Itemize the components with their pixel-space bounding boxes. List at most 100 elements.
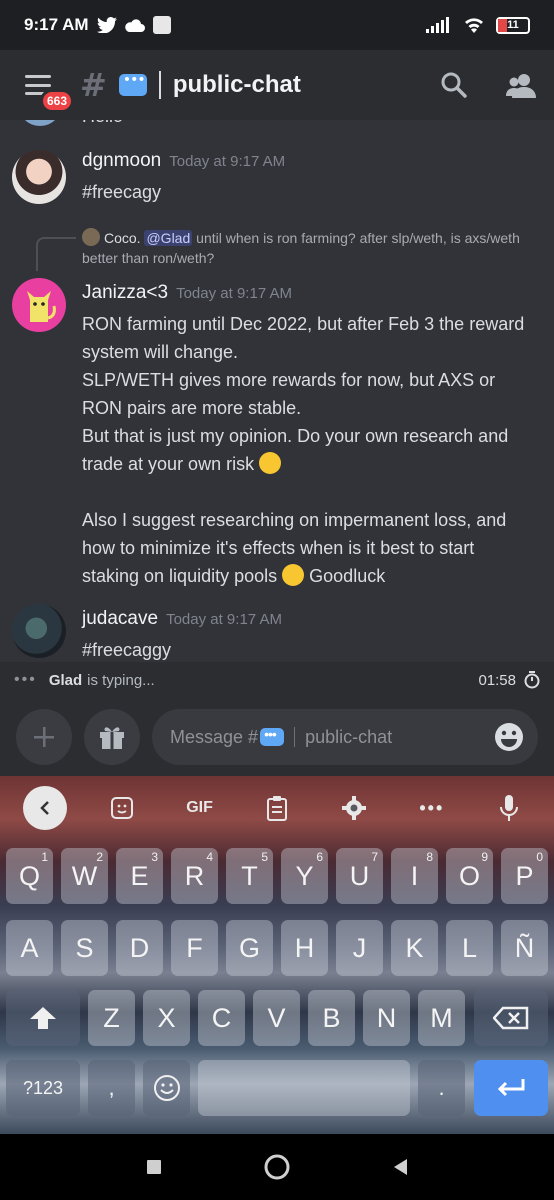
key-i[interactable]: I8: [391, 848, 438, 904]
avatar[interactable]: [12, 278, 66, 332]
key-e[interactable]: E3: [116, 848, 163, 904]
key-hint: 6: [316, 850, 323, 864]
key-r[interactable]: R4: [171, 848, 218, 904]
key-y[interactable]: Y6: [281, 848, 328, 904]
reply-preview[interactable]: Coco. @Glad until when is ron farming? a…: [82, 228, 532, 268]
plus-icon: [34, 727, 54, 747]
search-icon[interactable]: [440, 71, 468, 99]
back-button[interactable]: [22, 786, 67, 830]
mic-button[interactable]: [487, 786, 531, 830]
reply-mention: @Glad: [144, 230, 193, 246]
shift-key[interactable]: [6, 990, 80, 1046]
key-g[interactable]: G: [226, 920, 273, 976]
placeholder-channel: public-chat: [305, 726, 393, 747]
timestamp: Today at 9:17 AM: [169, 153, 286, 170]
message-line-text: Goodluck: [309, 566, 386, 586]
key-o[interactable]: O9: [446, 848, 493, 904]
battery-level: 11: [507, 19, 519, 31]
key-hint: 1: [41, 850, 48, 864]
backspace-key[interactable]: [474, 990, 548, 1046]
battery-icon: 11: [496, 16, 530, 34]
emoji-icon: [153, 1075, 180, 1101]
enter-key[interactable]: [474, 1060, 548, 1116]
unread-badge: 663: [40, 89, 75, 113]
key-n-tilde[interactable]: Ñ: [501, 920, 548, 976]
key-t[interactable]: T5: [226, 848, 273, 904]
key-m[interactable]: M: [418, 990, 465, 1046]
reply-avatar: [82, 228, 100, 246]
key-x[interactable]: X: [143, 990, 190, 1046]
space-key[interactable]: [198, 1060, 410, 1116]
avatar[interactable]: [12, 604, 66, 658]
key-label: E: [130, 860, 149, 891]
speech-balloon-icon: [260, 726, 285, 746]
gift-icon: [100, 727, 124, 749]
home-icon[interactable]: [263, 1153, 291, 1181]
period-key[interactable]: .: [418, 1060, 465, 1116]
enter-icon: [497, 1079, 525, 1097]
key-label: Y: [295, 860, 314, 891]
gift-button[interactable]: [84, 709, 140, 765]
key-v[interactable]: V: [253, 990, 300, 1046]
key-label: T: [241, 860, 258, 891]
message-line: SLP/WETH gives more rewards for now, but…: [82, 370, 496, 390]
key-d[interactable]: D: [116, 920, 163, 976]
header-divider: [158, 71, 161, 99]
symbols-key[interactable]: ?123: [6, 1060, 80, 1116]
recents-icon[interactable]: [145, 1158, 163, 1176]
key-label: Q: [18, 860, 40, 891]
sticker-button[interactable]: [100, 786, 144, 830]
channel-header: 663 # public-chat: [0, 50, 554, 120]
key-q[interactable]: Q1: [6, 848, 53, 904]
message-line-text: trade at your own risk: [82, 454, 255, 474]
key-s[interactable]: S: [61, 920, 108, 976]
key-w[interactable]: W2: [61, 848, 108, 904]
key-b[interactable]: B: [308, 990, 355, 1046]
key-j[interactable]: J: [336, 920, 383, 976]
grinning-emoji-icon: [259, 452, 282, 474]
emoji-key[interactable]: [143, 1060, 190, 1116]
key-l[interactable]: L: [446, 920, 493, 976]
back-icon: [39, 801, 49, 815]
key-n[interactable]: N: [363, 990, 410, 1046]
gif-button[interactable]: GIF: [178, 786, 222, 830]
status-bar: 9:17 AM 11: [0, 0, 554, 50]
author-name[interactable]: judacave: [82, 608, 158, 629]
back-nav-icon[interactable]: [391, 1157, 409, 1177]
members-icon[interactable]: [506, 72, 536, 98]
message-body: RON farming until Dec 2022, but after Fe…: [82, 310, 542, 590]
message-list[interactable]: Hello dgnmoonToday at 9:17 AM #freecagy …: [0, 120, 554, 662]
key-h[interactable]: H: [281, 920, 328, 976]
comma-key[interactable]: ,: [88, 1060, 135, 1116]
avatar[interactable]: [12, 150, 66, 204]
key-p[interactable]: P0: [501, 848, 548, 904]
avatar[interactable]: [18, 120, 62, 126]
key-z[interactable]: Z: [88, 990, 135, 1046]
channel-title[interactable]: public-chat: [173, 71, 301, 99]
settings-button[interactable]: [332, 786, 376, 830]
key-u[interactable]: U7: [336, 848, 383, 904]
message-input[interactable]: Message # public-chat: [152, 709, 538, 765]
key-k[interactable]: K: [391, 920, 438, 976]
clipboard-icon: [266, 796, 287, 821]
key-hint: 4: [206, 850, 213, 864]
key-f[interactable]: F: [171, 920, 218, 976]
key-c[interactable]: C: [198, 990, 245, 1046]
key-hint: 3: [151, 850, 158, 864]
emoji-icon[interactable]: [494, 722, 524, 752]
more-button[interactable]: •••: [410, 786, 454, 830]
author-name[interactable]: dgnmoon: [82, 150, 161, 171]
reply-connector: [36, 237, 76, 271]
timestamp: Today at 9:17 AM: [176, 285, 292, 302]
add-attachment-button[interactable]: [16, 709, 72, 765]
key-a[interactable]: A: [6, 920, 53, 976]
typing-text: is typing...: [87, 671, 155, 689]
app-notification-icon: [152, 16, 171, 34]
menu-button[interactable]: 663: [18, 65, 75, 113]
cloud-icon: [124, 19, 145, 32]
typing-user: Glad: [48, 671, 83, 689]
author-name[interactable]: Janizza<3: [82, 282, 168, 303]
clipboard-button[interactable]: [255, 786, 299, 830]
hash-icon: #: [80, 66, 107, 104]
twitter-icon: [96, 17, 117, 33]
